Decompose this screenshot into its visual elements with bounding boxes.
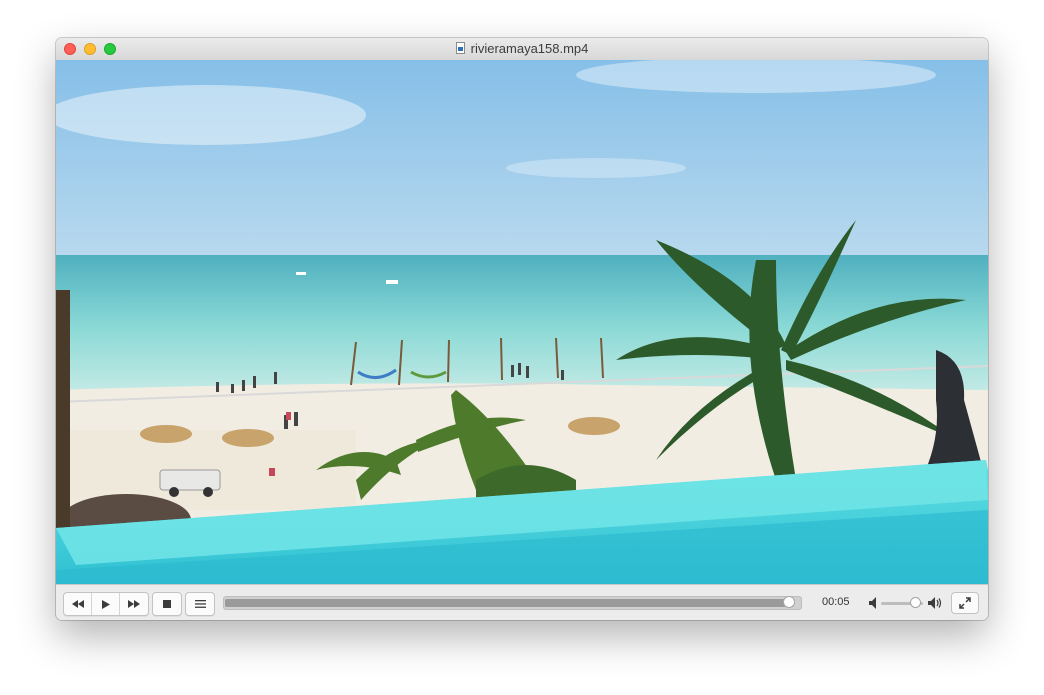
rewind-icon — [71, 600, 84, 608]
window-title-text: rivieramaya158.mp4 — [470, 41, 589, 56]
player-window: rivieramaya158.mp4 00:05 — [56, 38, 988, 620]
fullscreen-icon — [959, 597, 971, 609]
transport-group — [63, 592, 149, 616]
stop-icon — [163, 600, 171, 608]
playlist-group — [185, 592, 215, 616]
play-button[interactable] — [92, 593, 120, 615]
title-bar[interactable]: rivieramaya158.mp4 — [56, 38, 988, 61]
parasol — [568, 417, 620, 435]
video-file-icon — [455, 42, 465, 54]
parasol — [222, 429, 274, 447]
seek-bar[interactable] — [223, 596, 802, 610]
fast-forward-icon — [128, 600, 140, 608]
volume-knob[interactable] — [909, 597, 921, 608]
boat — [296, 272, 306, 275]
fullscreen-button[interactable] — [951, 592, 979, 614]
elapsed-time: 00:05 — [822, 596, 850, 608]
control-bar: 00:05 — [56, 584, 988, 620]
fast-forward-button[interactable] — [120, 593, 148, 615]
playlist-button[interactable] — [186, 593, 214, 615]
cloud — [506, 158, 686, 178]
window-title: rivieramaya158.mp4 — [56, 41, 988, 56]
parasol — [140, 425, 192, 443]
playlist-icon — [194, 600, 206, 608]
play-icon — [101, 599, 110, 609]
golf-cart — [159, 469, 221, 491]
speaker-low-icon[interactable] — [869, 595, 879, 611]
stop-group — [152, 592, 182, 616]
rewind-button[interactable] — [64, 593, 92, 615]
stop-button[interactable] — [153, 593, 181, 615]
beach-scene — [56, 60, 988, 584]
video-frame[interactable] — [56, 60, 988, 584]
cloud — [56, 85, 366, 145]
speaker-high-icon[interactable] — [928, 595, 944, 611]
seek-bar-fill — [225, 599, 795, 607]
boat — [386, 280, 398, 284]
